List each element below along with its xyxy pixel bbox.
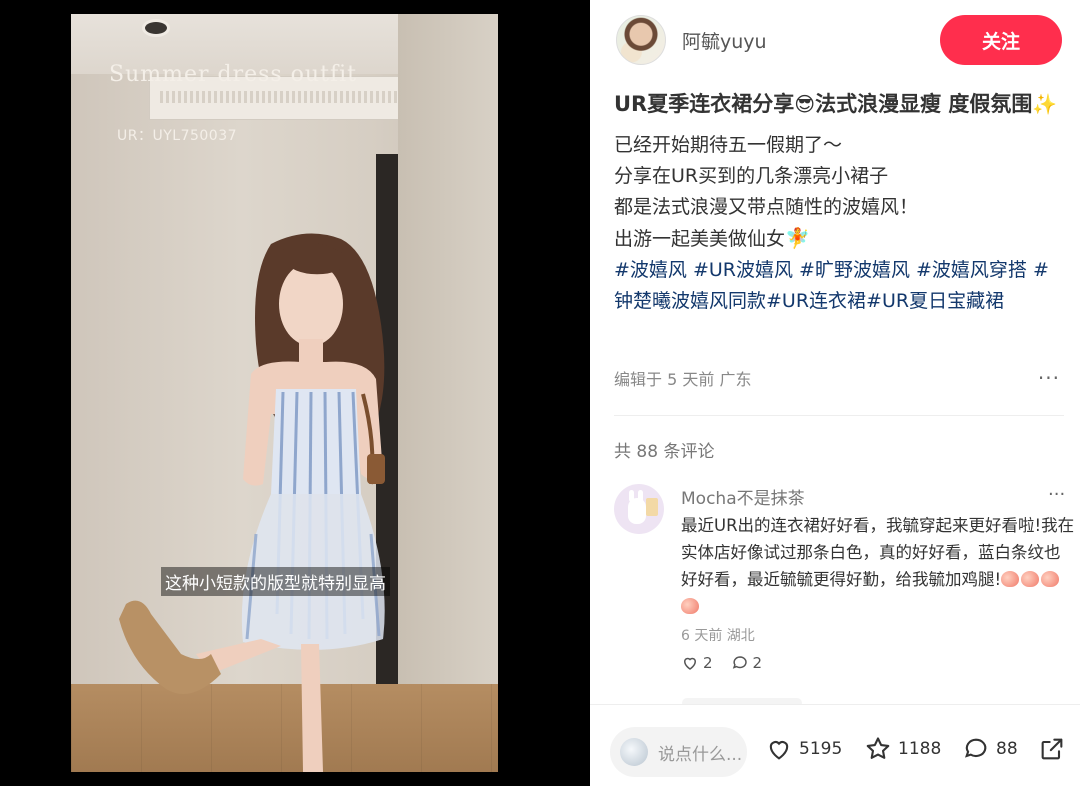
post-line: 都是法式浪漫又带点随性的波嬉风！	[614, 196, 919, 218]
post-meta-row: 编辑于 5 天前 广东 ···	[614, 366, 1060, 390]
collect-count: 1188	[898, 739, 942, 759]
share-button[interactable]	[1038, 735, 1066, 763]
post-body: 已经开始期待五一假期了～ 分享在UR买到的几条漂亮小裙子 都是法式浪漫又带点随性…	[614, 130, 1060, 317]
hashtag[interactable]: #UR连衣裙	[766, 290, 866, 312]
sparkles-emoji-icon: ✨	[1032, 92, 1058, 116]
sunglasses-emoji-icon: 😎	[794, 92, 816, 116]
comment-input[interactable]: 说点什么...	[610, 727, 747, 777]
star-icon	[866, 737, 890, 759]
peach-emoji-icon	[681, 598, 699, 614]
author-name[interactable]: 阿毓yuyu	[682, 27, 767, 54]
peach-emoji-icon	[1021, 571, 1040, 587]
like-count: 5195	[799, 739, 843, 759]
video-subtitle: 这种小短款的版型就特别显高	[161, 567, 390, 596]
comment-total-count: 88	[996, 739, 1018, 759]
post-content: UR夏季连衣裙分享😎法式浪漫显瘦 度假氛围✨ 已经开始期待五一假期了～ 分享在U…	[614, 88, 1060, 317]
comment-count: 共 88 条评论	[614, 442, 715, 462]
post-detail-panel: 阿毓yuyu 关注 UR夏季连衣裙分享😎法式浪漫显瘦 度假氛围✨ 已经开始期待五…	[590, 0, 1080, 786]
hashtag[interactable]: #UR夏日宝藏裙	[866, 290, 1004, 312]
comment-text: 最近UR出的连衣裙好好看，我毓穿起来更好看啦!我在实体店好像试过那条白色，真的好…	[681, 512, 1076, 620]
post-title-part1: UR夏季连衣裙分享	[614, 92, 795, 116]
collect-button[interactable]: 1188	[864, 735, 941, 763]
comment-like-button[interactable]: 2	[681, 654, 713, 672]
video-overlay-title: Summer dress outfit	[109, 62, 357, 87]
comment-more-icon[interactable]: ···	[1048, 484, 1065, 505]
hashtag[interactable]: #波嬉风穿搭	[916, 259, 1027, 281]
comment-like-count: 2	[703, 654, 713, 672]
hashtag[interactable]: #UR波嬉风	[693, 259, 793, 281]
comment-reply-button[interactable]: 2	[731, 654, 763, 672]
comment-meta: 6 天前 湖北	[681, 628, 755, 644]
author-avatar[interactable]	[616, 15, 666, 65]
comment-input-placeholder: 说点什么...	[658, 744, 743, 765]
media-panel: Summer dress outfit UR：UYL750037 这种小短款的版…	[0, 0, 590, 786]
divider	[614, 415, 1064, 416]
commenter-avatar[interactable]	[614, 484, 664, 534]
user-avatar	[620, 738, 648, 766]
comment-reply-count: 2	[752, 654, 763, 672]
like-button[interactable]: 5195	[765, 735, 842, 763]
engagement-bar: 说点什么... 5195 1188 88	[590, 704, 1080, 786]
comment-bubble-icon	[964, 738, 987, 758]
share-icon	[1041, 738, 1063, 760]
post-line-text: 出游一起美美做仙女	[614, 228, 786, 250]
peach-emoji-icon	[1001, 571, 1020, 587]
commenter-name[interactable]: Mocha不是抹茶	[681, 484, 805, 509]
heart-icon	[683, 657, 697, 670]
more-options-icon[interactable]: ···	[1038, 366, 1060, 390]
post-title: UR夏季连衣裙分享😎法式浪漫显瘦 度假氛围✨	[614, 88, 1060, 120]
heart-icon	[769, 741, 789, 760]
post-edit-meta: 编辑于 5 天前 广东	[614, 370, 752, 389]
post-title-part2: 法式浪漫显瘦 度假氛围	[815, 92, 1033, 116]
comment-bubble-icon	[732, 656, 747, 669]
author-info[interactable]: 阿毓yuyu	[616, 14, 767, 66]
post-line: 出游一起美美做仙女🧚	[614, 223, 1060, 255]
follow-button[interactable]: 关注	[940, 15, 1062, 65]
hashtag[interactable]: #旷野波嬉风	[799, 259, 910, 281]
hashtag-list: #波嬉风 #UR波嬉风 #旷野波嬉风 #波嬉风穿搭 #钟楚曦波嬉风同款#UR连衣…	[614, 255, 1060, 317]
comment-actions: 2 2	[681, 654, 762, 672]
peach-emoji-icon	[1041, 571, 1060, 587]
video-player[interactable]: Summer dress outfit UR：UYL750037 这种小短款的版…	[71, 14, 498, 772]
post-line: 分享在UR买到的几条漂亮小裙子	[614, 165, 889, 187]
comment-button[interactable]: 88	[962, 735, 1018, 763]
post-line: 已经开始期待五一假期了～	[614, 134, 843, 156]
hashtag[interactable]: #波嬉风	[614, 259, 687, 281]
video-overlay-code: UR：UYL750037	[117, 128, 238, 144]
fairy-emoji-icon: 🧚	[785, 226, 810, 250]
